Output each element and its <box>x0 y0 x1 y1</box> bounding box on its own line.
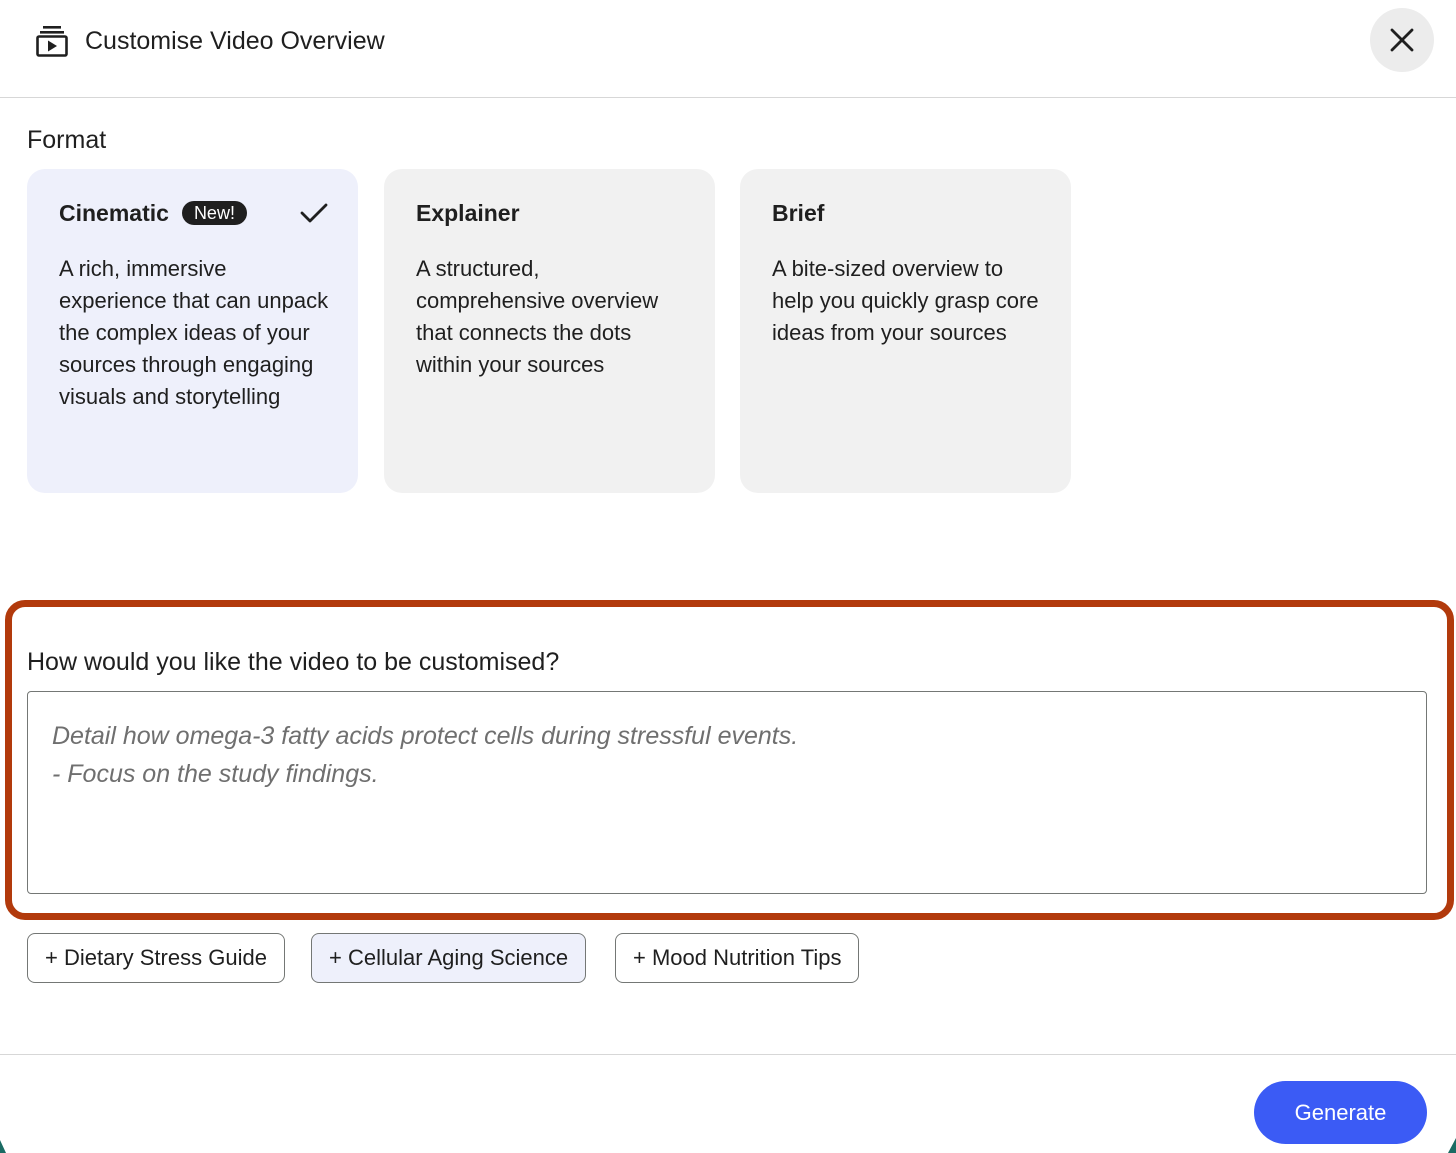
corner-decoration <box>0 1140 6 1153</box>
format-card-brief[interactable]: Brief A bite-sized overview to help you … <box>740 169 1071 493</box>
customise-input[interactable] <box>27 691 1427 894</box>
close-icon <box>1390 28 1414 52</box>
customise-video-dialog: Customise Video Overview Format Cinemati… <box>0 0 1456 1153</box>
customise-question: How would you like the video to be custo… <box>27 648 560 676</box>
dialog-title: Customise Video Overview <box>85 27 385 55</box>
format-label: Format <box>27 126 107 154</box>
suggestion-chip-mood-nutrition-tips[interactable]: + Mood Nutrition Tips <box>615 933 860 983</box>
card-title: Brief <box>772 200 825 226</box>
card-description: A rich, immersive experience that can un… <box>59 256 329 409</box>
card-description: A structured, comprehensive overview tha… <box>416 256 659 377</box>
suggestion-chip-cellular-aging-science[interactable]: + Cellular Aging Science <box>311 933 587 983</box>
card-title: Explainer <box>416 200 520 226</box>
card-title-row: Explainer <box>416 197 520 229</box>
card-description: A bite-sized overview to help you quickl… <box>772 256 1039 345</box>
card-title: Cinematic <box>59 200 169 226</box>
footer-divider <box>0 1054 1456 1055</box>
card-title-row: Brief <box>772 197 824 229</box>
generate-button[interactable]: Generate <box>1254 1081 1427 1144</box>
card-title-row: Cinematic New! <box>59 197 247 229</box>
close-button[interactable] <box>1370 8 1434 72</box>
video-stack-icon <box>36 26 68 57</box>
checkmark-icon <box>300 203 328 223</box>
dialog-header: Customise Video Overview <box>0 0 1456 98</box>
format-card-cinematic[interactable]: Cinematic New! A rich, immersive experie… <box>27 169 358 493</box>
corner-decoration <box>1448 1138 1456 1153</box>
suggestion-chip-dietary-stress-guide[interactable]: + Dietary Stress Guide <box>27 933 285 983</box>
new-badge: New! <box>181 201 247 225</box>
format-card-explainer[interactable]: Explainer A structured, comprehensive ov… <box>384 169 715 493</box>
